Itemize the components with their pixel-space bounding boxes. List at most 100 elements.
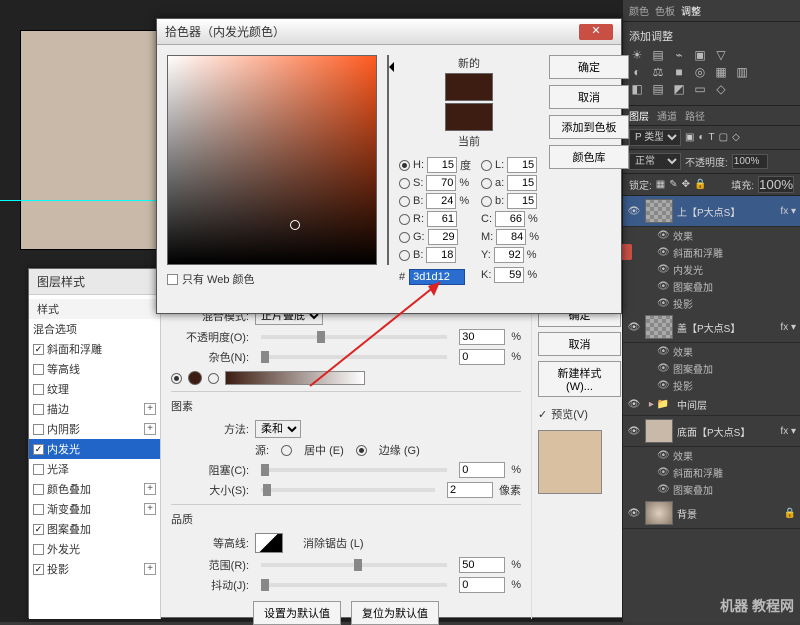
plus-icon[interactable]: + (144, 423, 156, 435)
gradient-radio[interactable] (208, 373, 219, 384)
plus-icon[interactable]: + (144, 503, 156, 515)
style-item-texture[interactable]: 纹理 (29, 379, 160, 399)
fill-field[interactable] (758, 176, 794, 193)
style-item-bevel[interactable]: ✓斜面和浮雕 (29, 339, 160, 359)
exposure-icon[interactable]: ▣ (692, 48, 708, 62)
layer-thumb[interactable] (645, 419, 673, 443)
g-radio[interactable] (399, 232, 410, 243)
style-item-contour[interactable]: 等高线 (29, 359, 160, 379)
vibrance-icon[interactable]: ▽ (713, 48, 729, 62)
invert-icon[interactable]: ◧ (629, 82, 645, 96)
fx-badge[interactable]: fx ▾ (780, 206, 796, 217)
h-radio[interactable] (399, 160, 410, 171)
eye-icon[interactable]: 👁 (627, 508, 641, 519)
new-style-button[interactable]: 新建样式(W)... (538, 361, 621, 397)
close-icon[interactable]: ✕ (579, 24, 613, 40)
lab-b-input[interactable] (507, 193, 537, 209)
layer-row[interactable]: 👁 背景 🔒 (623, 498, 800, 529)
tab-color[interactable]: 颜色 (629, 3, 649, 18)
opacity-field[interactable] (732, 154, 768, 169)
blend-options[interactable]: 混合选项 (29, 319, 160, 339)
tab-swatches[interactable]: 色板 (655, 3, 675, 18)
layer-row[interactable]: 👁 底面【P大点S】 fx ▾ (623, 416, 800, 447)
color-lib-button[interactable]: 颜色库 (549, 145, 629, 169)
b-radio[interactable] (399, 196, 410, 207)
range-input[interactable] (459, 557, 505, 573)
tab-channels[interactable]: 通道 (657, 108, 677, 123)
contour-picker[interactable] (255, 533, 283, 553)
opacity-slider[interactable] (261, 335, 447, 339)
style-item-innershadow[interactable]: 内阴影+ (29, 419, 160, 439)
choke-input[interactable] (459, 462, 505, 478)
layer-row[interactable]: 👁 盖【P大点S】 fx ▾ (623, 312, 800, 343)
style-item-stroke[interactable]: 描边+ (29, 399, 160, 419)
lookup-icon[interactable]: ▥ (734, 65, 750, 79)
poster-icon[interactable]: ▤ (650, 82, 666, 96)
style-item-innerglow[interactable]: ✓内发光 (29, 439, 160, 459)
selective-icon[interactable]: ◇ (713, 82, 729, 96)
photo-filter-icon[interactable]: ◎ (692, 65, 708, 79)
bch-input[interactable] (426, 247, 456, 263)
y-input[interactable] (494, 247, 524, 263)
tab-adjust[interactable]: 调整 (681, 3, 701, 18)
filter-type-icon[interactable]: T (709, 132, 715, 143)
a-input[interactable] (507, 175, 537, 191)
noise-input[interactable] (459, 349, 505, 365)
bw-icon[interactable]: ■ (671, 65, 687, 79)
jitter-slider[interactable] (261, 583, 447, 587)
plus-icon[interactable]: + (144, 563, 156, 575)
threshold-icon[interactable]: ◩ (671, 82, 687, 96)
m-input[interactable] (496, 229, 526, 245)
size-input[interactable] (447, 482, 493, 498)
layer-thumb[interactable] (645, 315, 673, 339)
layer-row-folder[interactable]: 👁 ▸ 📁 中间层 (623, 394, 800, 416)
style-item-coloroverlay[interactable]: 颜色叠加+ (29, 479, 160, 499)
hue-slider[interactable] (387, 55, 389, 265)
gradient-preview[interactable] (225, 371, 365, 385)
eye-icon[interactable]: 👁 (627, 399, 641, 410)
cancel-button[interactable]: 取消 (538, 332, 621, 356)
filter-pixel-icon[interactable]: ▣ (685, 132, 694, 143)
make-default-button[interactable]: 设置为默认值 (253, 601, 341, 625)
source-center-radio[interactable] (281, 445, 292, 456)
layer-thumb[interactable] (645, 199, 673, 223)
lab-b-radio[interactable] (481, 196, 492, 207)
a-radio[interactable] (481, 178, 492, 189)
style-item-satin[interactable]: 光泽 (29, 459, 160, 479)
noise-slider[interactable] (261, 355, 447, 359)
current-color-swatch[interactable] (445, 103, 493, 131)
style-item-patternoverlay[interactable]: ✓图案叠加 (29, 519, 160, 539)
r-radio[interactable] (399, 214, 410, 225)
choke-slider[interactable] (261, 468, 447, 472)
source-edge-radio[interactable] (356, 445, 367, 456)
mixer-icon[interactable]: ▦ (713, 65, 729, 79)
brightness-icon[interactable]: ☀ (629, 48, 645, 62)
hue-icon[interactable]: ◐ (629, 65, 645, 79)
k-input[interactable] (494, 267, 524, 283)
filter-adjust-icon[interactable]: ◐ (698, 132, 704, 143)
size-slider[interactable] (261, 488, 435, 492)
bch-radio[interactable] (399, 250, 410, 261)
range-slider[interactable] (261, 563, 447, 567)
blend-mode-select[interactable]: 正常 (629, 153, 681, 170)
technique-select[interactable]: 柔和 (255, 420, 301, 438)
ok-button[interactable]: 确定 (549, 55, 629, 79)
s-radio[interactable] (399, 178, 410, 189)
opacity-input[interactable] (459, 329, 505, 345)
color-radio[interactable] (171, 373, 182, 384)
lock-pos-icon[interactable]: ✥ (682, 179, 690, 190)
tab-layers[interactable]: 图层 (629, 108, 649, 123)
style-item-dropshadow[interactable]: ✓投影+ (29, 559, 160, 579)
preview-checkbox[interactable]: ✓ (538, 408, 547, 421)
sv-field[interactable] (167, 55, 377, 265)
gradient-map-icon[interactable]: ▭ (692, 82, 708, 96)
balance-icon[interactable]: ⚖ (650, 65, 666, 79)
r-input[interactable] (427, 211, 457, 227)
lock-pixel-icon[interactable]: ✎ (669, 179, 677, 190)
eye-icon[interactable]: 👁 (627, 426, 641, 437)
glow-color-swatch[interactable] (188, 371, 202, 385)
lock-trans-icon[interactable]: ▦ (656, 179, 665, 190)
l-radio[interactable] (481, 160, 492, 171)
eye-icon[interactable]: 👁 (627, 206, 641, 217)
h-input[interactable] (427, 157, 457, 173)
